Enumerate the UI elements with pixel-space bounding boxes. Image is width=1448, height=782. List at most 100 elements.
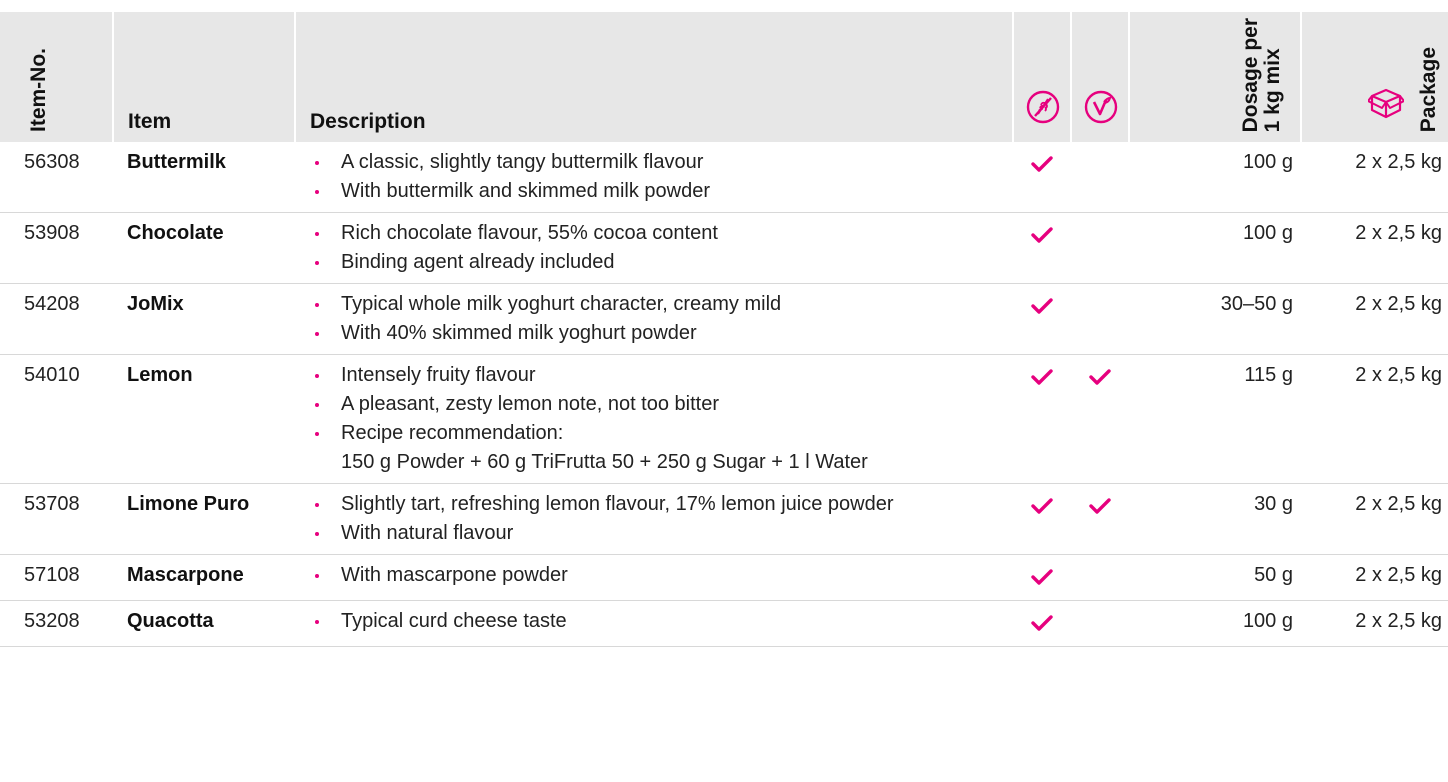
item-name: JoMix <box>113 283 295 355</box>
table-row: 56308 Buttermilk A classic, slightly tan… <box>0 142 1448 213</box>
gluten-free-cell <box>1013 554 1071 601</box>
package-value: 2 x 2,5 kg <box>1301 354 1448 484</box>
item-description: Typical whole milk yoghurt character, cr… <box>295 283 1013 355</box>
description-header-label: Description <box>310 110 426 133</box>
description-bullet: A classic, slightly tangy buttermilk fla… <box>309 148 1013 177</box>
column-header-gluten-free <box>1013 12 1072 142</box>
vegan-cell <box>1071 483 1129 555</box>
checkmark-icon <box>1031 368 1053 390</box>
description-bullet: With buttermilk and skimmed milk powder <box>309 177 1013 206</box>
checkmark-icon <box>1031 568 1053 590</box>
product-table: Item-No. Item Description Dosage per 1 k… <box>0 12 1448 647</box>
table-row: 57108 Mascarpone With mascarpone powder … <box>0 554 1448 601</box>
description-bullet: With 40% skimmed milk yoghurt powder <box>309 319 1013 348</box>
gluten-free-cell <box>1013 283 1071 355</box>
column-header-item-no: Item-No. <box>0 12 114 142</box>
vegan-cell <box>1071 600 1129 647</box>
item-number: 53208 <box>0 600 113 647</box>
column-header-description: Description <box>295 12 1014 142</box>
column-header-dosage: Dosage per 1 kg mix <box>1129 12 1302 142</box>
previous-section-strip <box>0 0 1448 12</box>
package-value: 2 x 2,5 kg <box>1301 212 1448 284</box>
checkmark-icon <box>1031 614 1053 636</box>
gluten-free-cell <box>1013 483 1071 555</box>
dosage-value: 30 g <box>1129 483 1301 555</box>
item-number: 56308 <box>0 142 113 213</box>
gluten-free-icon <box>1026 90 1060 130</box>
table-row: 54208 JoMix Typical whole milk yoghurt c… <box>0 283 1448 355</box>
item-description: A classic, slightly tangy buttermilk fla… <box>295 142 1013 213</box>
column-header-item: Item <box>113 12 296 142</box>
item-name: Buttermilk <box>113 142 295 213</box>
table-body: 56308 Buttermilk A classic, slightly tan… <box>0 142 1448 647</box>
description-list: Typical whole milk yoghurt character, cr… <box>309 290 1013 348</box>
description-bullet: Typical curd cheese taste <box>309 607 1013 636</box>
package-box-icon <box>1367 86 1405 126</box>
gluten-free-cell <box>1013 600 1071 647</box>
checkmark-icon <box>1031 155 1053 177</box>
dosage-header-label: Dosage per 1 kg mix <box>1239 17 1284 132</box>
package-value: 2 x 2,5 kg <box>1301 142 1448 213</box>
item-number: 54208 <box>0 283 113 355</box>
vegan-cell <box>1071 283 1129 355</box>
dosage-value: 115 g <box>1129 354 1301 484</box>
checkmark-icon <box>1089 368 1111 390</box>
description-bullet: A pleasant, zesty lemon note, not too bi… <box>309 390 1013 419</box>
dosage-value: 30–50 g <box>1129 283 1301 355</box>
package-value: 2 x 2,5 kg <box>1301 283 1448 355</box>
item-number: 57108 <box>0 554 113 601</box>
item-description: With mascarpone powder <box>295 554 1013 601</box>
description-bullet: Rich chocolate flavour, 55% cocoa conten… <box>309 219 1013 248</box>
checkmark-icon <box>1031 226 1053 248</box>
package-header-label: Package <box>1417 46 1440 132</box>
description-bullet: With mascarpone powder <box>309 561 1013 590</box>
item-number: 53708 <box>0 483 113 555</box>
item-description: Slightly tart, refreshing lemon flavour,… <box>295 483 1013 555</box>
description-bullet: Slightly tart, refreshing lemon flavour,… <box>309 490 1013 519</box>
item-name: Mascarpone <box>113 554 295 601</box>
checkmark-icon <box>1089 497 1111 519</box>
item-name: Quacotta <box>113 600 295 647</box>
table-header: Item-No. Item Description Dosage per 1 k… <box>0 12 1448 142</box>
description-list: Rich chocolate flavour, 55% cocoa conten… <box>309 219 1013 277</box>
vegan-cell <box>1071 212 1129 284</box>
description-list: A classic, slightly tangy buttermilk fla… <box>309 148 1013 206</box>
vegan-cell <box>1071 142 1129 213</box>
dosage-value: 100 g <box>1129 600 1301 647</box>
dosage-value: 100 g <box>1129 212 1301 284</box>
item-name: Lemon <box>113 354 295 484</box>
vegan-cell <box>1071 354 1129 484</box>
package-value: 2 x 2,5 kg <box>1301 554 1448 601</box>
item-name: Chocolate <box>113 212 295 284</box>
column-header-vegan <box>1071 12 1130 142</box>
package-value: 2 x 2,5 kg <box>1301 600 1448 647</box>
description-bullet: Typical whole milk yoghurt character, cr… <box>309 290 1013 319</box>
package-value: 2 x 2,5 kg <box>1301 483 1448 555</box>
dosage-value: 50 g <box>1129 554 1301 601</box>
table-row: 53908 Chocolate Rich chocolate flavour, … <box>0 212 1448 284</box>
item-description: Intensely fruity flavour A pleasant, zest… <box>295 354 1013 484</box>
item-name: Limone Puro <box>113 483 295 555</box>
table-row: 53708 Limone Puro Slightly tart, refresh… <box>0 483 1448 555</box>
description-bullet: Intensely fruity flavour <box>309 361 1013 390</box>
item-number: 54010 <box>0 354 113 484</box>
description-list: Typical curd cheese taste <box>309 607 1013 636</box>
item-description: Typical curd cheese taste <box>295 600 1013 647</box>
gluten-free-cell <box>1013 142 1071 213</box>
item-no-header-label: Item-No. <box>27 48 50 132</box>
gluten-free-cell <box>1013 354 1071 484</box>
dosage-header-line1: Dosage per <box>1239 17 1262 132</box>
item-description: Rich chocolate flavour, 55% cocoa conten… <box>295 212 1013 284</box>
table-row: 54010 Lemon Intensely fruity flavour A pl… <box>0 354 1448 484</box>
checkmark-icon <box>1031 297 1053 319</box>
checkmark-icon <box>1031 497 1053 519</box>
vegan-cell <box>1071 554 1129 601</box>
description-list: Slightly tart, refreshing lemon flavour,… <box>309 490 1013 548</box>
description-bullet: Binding agent already included <box>309 248 1013 277</box>
column-header-package: Package <box>1301 12 1448 142</box>
vegan-icon <box>1084 90 1118 130</box>
item-header-label: Item <box>128 110 172 133</box>
description-list: Intensely fruity flavour A pleasant, zest… <box>309 361 1013 477</box>
dosage-header-line2: 1 kg mix <box>1261 47 1284 132</box>
gluten-free-cell <box>1013 212 1071 284</box>
